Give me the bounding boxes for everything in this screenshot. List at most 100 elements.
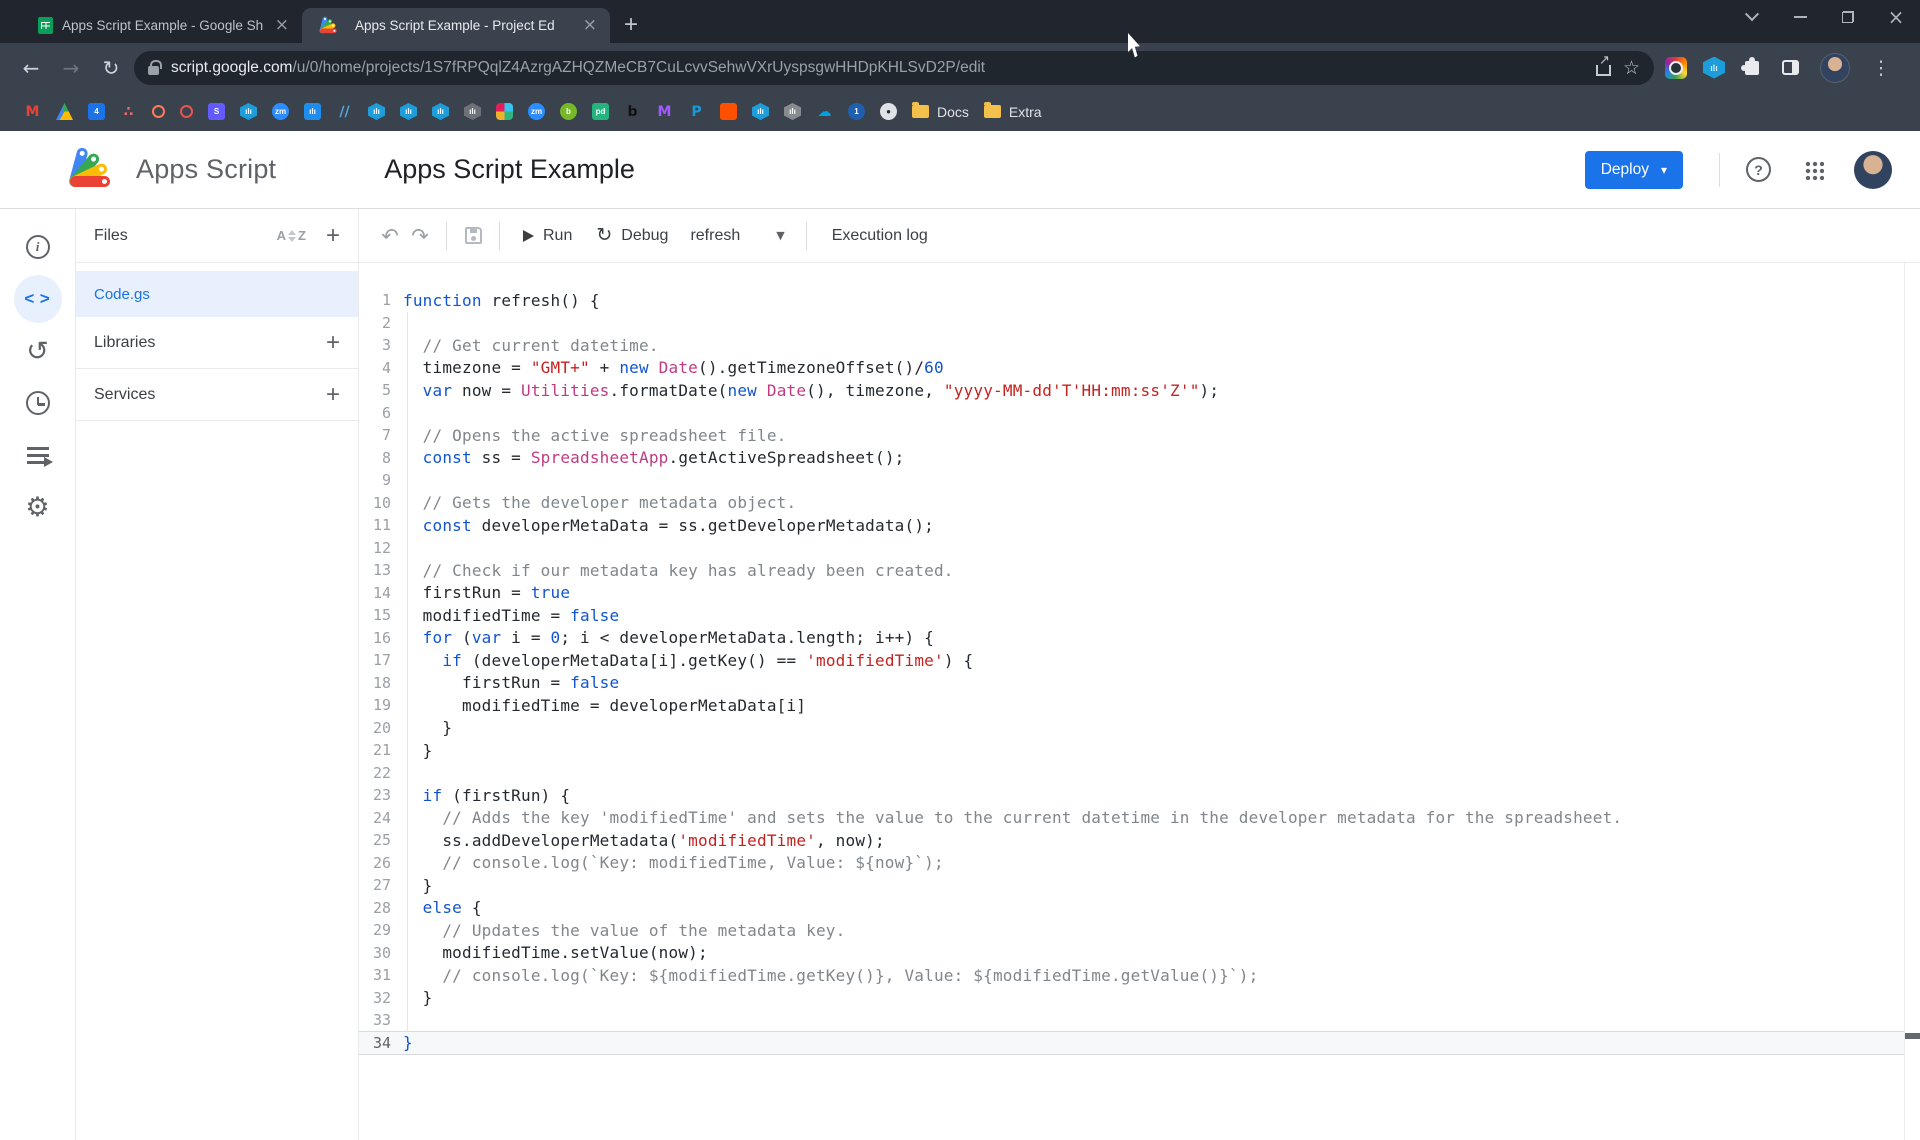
- lock-icon[interactable]: [148, 59, 162, 75]
- sort-az-icon[interactable]: AZ: [277, 228, 306, 243]
- undo-icon[interactable]: ↶: [375, 221, 405, 251]
- code-line-17[interactable]: 17 if (developerMetaData[i].getKey() == …: [359, 649, 1920, 672]
- triggers-nav-item[interactable]: [14, 379, 62, 427]
- code-line-23[interactable]: 23 if (firstRun) {: [359, 784, 1920, 807]
- zoom-bookmark[interactable]: zm: [272, 103, 289, 120]
- extension-camera-icon[interactable]: [1660, 52, 1692, 84]
- function-selector[interactable]: refresh ▼: [680, 218, 794, 254]
- code-line-28[interactable]: 28 else {: [359, 897, 1920, 920]
- extra-folder[interactable]: Extra: [983, 102, 1042, 120]
- code-line-27[interactable]: 27 }: [359, 874, 1920, 897]
- databox-gray-bookmark[interactable]: ılı: [784, 103, 801, 120]
- extensions-puzzle-icon[interactable]: [1736, 52, 1768, 84]
- code-line-20[interactable]: 20 }: [359, 717, 1920, 740]
- databox-bookmark[interactable]: ılı: [400, 103, 417, 120]
- code-line-25[interactable]: 25 ss.addDeveloperMetadata('modifiedTime…: [359, 829, 1920, 852]
- paypal-bookmark[interactable]: P: [688, 103, 705, 120]
- intercom-bookmark[interactable]: ılı: [304, 103, 321, 120]
- google-apps-grid-icon[interactable]: [1804, 159, 1824, 180]
- code-line-14[interactable]: 14 firstRun = true: [359, 582, 1920, 605]
- code-line-30[interactable]: 30 modifiedTime.setValue(now);: [359, 942, 1920, 965]
- services-section[interactable]: Services +: [76, 369, 358, 421]
- deploy-button[interactable]: Deploy ▾: [1584, 150, 1683, 189]
- extension-databox-icon[interactable]: ılı: [1698, 52, 1730, 84]
- code-line-29[interactable]: 29 // Updates the value of the metadata …: [359, 919, 1920, 942]
- browser-menu-icon[interactable]: ⋮: [1864, 51, 1898, 85]
- browser-tab-sheets[interactable]: Apps Script Example - Google Sh ×: [26, 8, 302, 43]
- address-bar[interactable]: script.google.com/u/0/home/projects/1S7f…: [134, 50, 1654, 85]
- url-text[interactable]: script.google.com/u/0/home/projects/1S7f…: [171, 59, 1584, 77]
- restore-window-icon[interactable]: [1824, 0, 1872, 34]
- browser-profile-avatar[interactable]: [1820, 52, 1850, 83]
- code-line-4[interactable]: 4 timezone = "GMT+" + new Date().getTime…: [359, 357, 1920, 380]
- stripe-bookmark[interactable]: S: [208, 103, 225, 120]
- gmail-bookmark[interactable]: M: [24, 103, 41, 120]
- code-line-1[interactable]: 1 function refresh() {: [359, 289, 1920, 312]
- reload-icon[interactable]: ↻: [94, 51, 128, 85]
- databox-bookmark[interactable]: ılı: [368, 103, 385, 120]
- code-line-7[interactable]: 7 // Opens the active spreadsheet file.: [359, 424, 1920, 447]
- project-history-nav-item[interactable]: ↺: [14, 327, 62, 375]
- code-line-32[interactable]: 32 }: [359, 987, 1920, 1010]
- minimize-icon[interactable]: [1776, 0, 1824, 34]
- code-line-33[interactable]: 33: [359, 1009, 1920, 1032]
- code-line-12[interactable]: 12: [359, 537, 1920, 560]
- salesforce-bookmark[interactable]: ☁: [816, 103, 833, 120]
- sprocket-bookmark[interactable]: [180, 105, 193, 118]
- tab-search-chevron-icon[interactable]: [1728, 0, 1776, 34]
- github-bookmark[interactable]: ●: [880, 103, 897, 120]
- debug-button[interactable]: ↻ Debug: [584, 218, 680, 254]
- tab-close-icon[interactable]: ×: [580, 17, 600, 34]
- code-line-21[interactable]: 21 }: [359, 739, 1920, 762]
- execution-log-button[interactable]: Execution log: [818, 227, 942, 245]
- forward-icon[interactable]: →: [54, 51, 88, 85]
- libraries-section[interactable]: Libraries +: [76, 317, 358, 369]
- share-icon[interactable]: [1595, 53, 1611, 76]
- run-button[interactable]: Run: [511, 218, 584, 254]
- code-line-9[interactable]: 9: [359, 469, 1920, 492]
- code-line-3[interactable]: 3 // Get current datetime.: [359, 334, 1920, 357]
- docs-folder[interactable]: Docs: [912, 102, 969, 120]
- code-line-16[interactable]: 16 for (var i = 0; i < developerMetaData…: [359, 627, 1920, 650]
- redo-icon[interactable]: ↷: [405, 221, 435, 251]
- browser-tab-apps-script[interactable]: Apps Script Example - Project Ed ×: [302, 8, 610, 43]
- file-item-code-gs[interactable]: Code.gs: [76, 271, 358, 317]
- code-line-13[interactable]: 13 // Check if our metadata key has alre…: [359, 559, 1920, 582]
- bookmark-star-icon[interactable]: ☆: [1623, 57, 1640, 79]
- drive-bookmark[interactable]: [56, 103, 73, 120]
- databox-bookmark[interactable]: ılı: [240, 103, 257, 120]
- code-line-34[interactable]: 34}: [359, 1031, 1905, 1054]
- code-editor[interactable]: 1 function refresh() {2 3 // Get current d…: [359, 263, 1920, 1140]
- slack-bookmark[interactable]: [496, 103, 513, 120]
- scrollbar-cursor-marker[interactable]: [1905, 1033, 1920, 1039]
- new-tab-button[interactable]: +: [624, 11, 638, 39]
- orange-square-bookmark[interactable]: [720, 103, 737, 120]
- back-icon[interactable]: ←: [14, 51, 48, 85]
- settings-nav-item[interactable]: ⚙: [14, 483, 62, 531]
- code-line-18[interactable]: 18 firstRun = false: [359, 672, 1920, 695]
- monday-bookmark[interactable]: M: [656, 103, 673, 120]
- code-line-26[interactable]: 26 // console.log(`Key: modifiedTime, Va…: [359, 852, 1920, 875]
- code-line-8[interactable]: 8 const ss = SpreadsheetApp.getActiveSpr…: [359, 447, 1920, 470]
- editor-nav-item[interactable]: < >: [13, 275, 62, 323]
- zoom-bookmark[interactable]: zm: [528, 103, 545, 120]
- code-line-31[interactable]: 31 // console.log(`Key: ${modifiedTime.g…: [359, 964, 1920, 987]
- save-icon[interactable]: [458, 221, 488, 251]
- code-line-6[interactable]: 6: [359, 402, 1920, 425]
- stripes-bookmark[interactable]: ∕∕: [336, 103, 353, 120]
- executions-nav-item[interactable]: [14, 431, 62, 479]
- add-library-icon[interactable]: +: [326, 330, 340, 355]
- code-line-2[interactable]: 2: [359, 312, 1920, 335]
- code-line-24[interactable]: 24 // Adds the key 'modifiedTime' and se…: [359, 807, 1920, 830]
- account-avatar[interactable]: [1854, 150, 1892, 189]
- overview-nav-item[interactable]: i: [14, 223, 62, 271]
- code-line-5[interactable]: 5 var now = Utilities.formatDate(new Dat…: [359, 379, 1920, 402]
- basecamp-bookmark[interactable]: b: [560, 103, 577, 120]
- onepassword-bookmark[interactable]: 1: [848, 103, 865, 120]
- databox-bookmark[interactable]: ılı: [752, 103, 769, 120]
- add-file-icon[interactable]: +: [326, 223, 340, 248]
- databox-bookmark[interactable]: ılı: [432, 103, 449, 120]
- add-service-icon[interactable]: +: [326, 382, 340, 407]
- asana-bookmark[interactable]: ∴: [120, 103, 137, 120]
- databox-gray-bookmark[interactable]: ılı: [464, 103, 481, 120]
